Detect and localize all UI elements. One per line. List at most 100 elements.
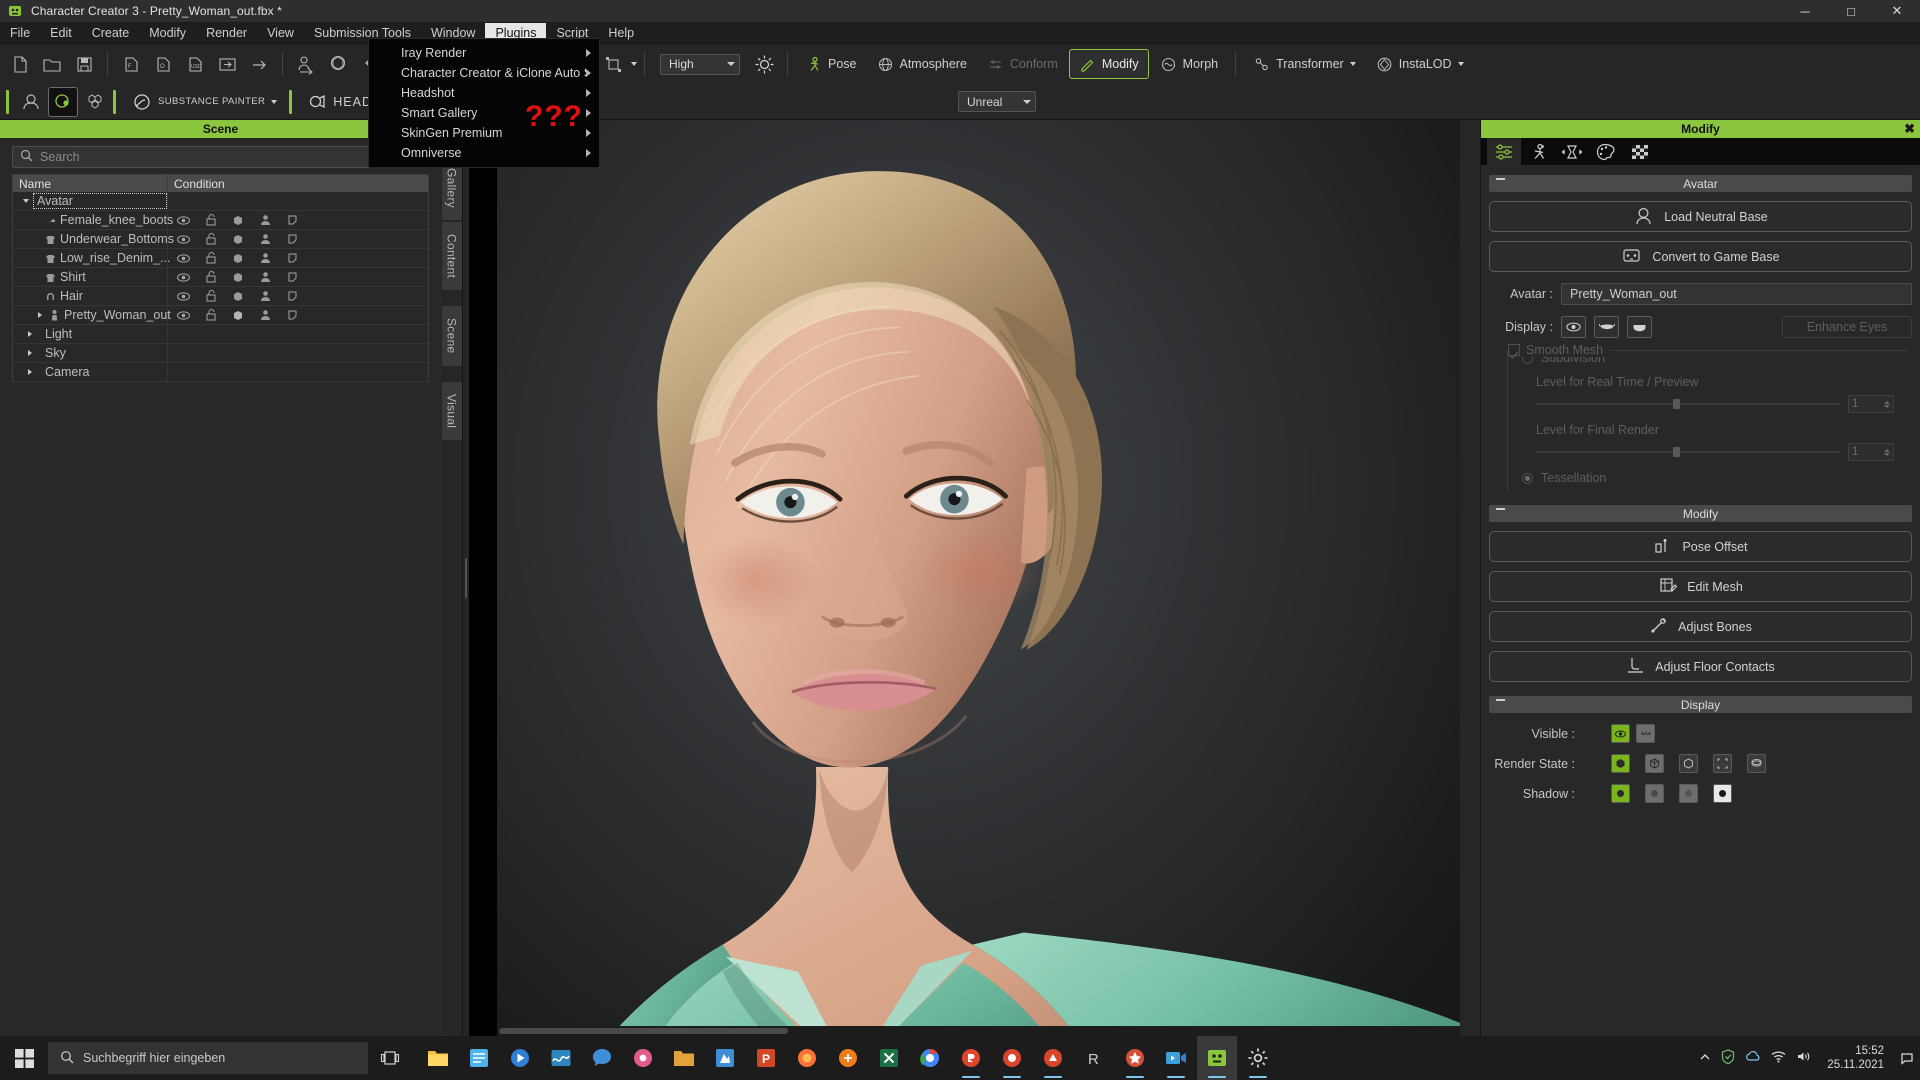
eye-icon[interactable]	[177, 272, 190, 282]
section-display[interactable]: Display	[1489, 696, 1912, 713]
notification-icon[interactable]	[1900, 1044, 1914, 1072]
taskbar-photos-app[interactable]	[623, 1036, 663, 1080]
taskbar-chrome-app[interactable]	[910, 1036, 950, 1080]
shadow-swatch-soft[interactable]	[1645, 784, 1664, 803]
level-realtime-spinner[interactable]: 1	[1848, 395, 1894, 413]
viewport-3d-scene[interactable]: 310 3.0GB	[497, 120, 1460, 1036]
flag-icon[interactable]	[287, 252, 298, 264]
lock-open-icon[interactable]	[206, 252, 216, 264]
table-row[interactable]: Hair	[13, 287, 428, 306]
eye-icon[interactable]	[177, 310, 190, 320]
person-icon[interactable]	[260, 252, 271, 264]
export-usd-button[interactable]: USD	[180, 49, 210, 79]
tab-pose[interactable]	[1521, 138, 1555, 165]
tab-opacity[interactable]	[1623, 138, 1657, 165]
flag-icon[interactable]	[287, 309, 298, 321]
taskbar-settings-app[interactable]	[1238, 1036, 1278, 1080]
display-eyelash-button[interactable]	[1594, 316, 1619, 338]
viewport[interactable]: 310 3.0GB	[463, 120, 1480, 1036]
mesh-icon[interactable]	[232, 252, 244, 264]
render-state-swatch-solid[interactable]	[1611, 754, 1630, 773]
menu-create[interactable]: Create	[82, 23, 140, 43]
network-icon[interactable]	[1771, 1050, 1786, 1066]
menu-item-iray-render[interactable]: Iray Render	[369, 43, 599, 63]
menu-item-omniverse[interactable]: Omniverse	[369, 143, 599, 163]
import-button[interactable]	[212, 49, 242, 79]
load-neutral-base-button[interactable]: Load Neutral Base	[1489, 201, 1912, 232]
expander-right-icon[interactable]	[25, 349, 35, 357]
new-project-button[interactable]	[5, 49, 35, 79]
export-obj-button[interactable]: O	[148, 49, 178, 79]
mesh-icon[interactable]	[232, 233, 244, 245]
taskbar-video-app[interactable]	[1156, 1036, 1196, 1080]
taskbar-r-app[interactable]: R	[1074, 1036, 1114, 1080]
windows-start-icon[interactable]	[0, 1036, 48, 1080]
close-button[interactable]: ✕	[1874, 0, 1920, 23]
menu-item-cc-iclone-auto-setup[interactable]: Character Creator & iClone Auto Setup	[369, 63, 599, 83]
tab-material[interactable]	[1589, 138, 1623, 165]
expander-right-icon[interactable]	[25, 368, 35, 376]
section-modify[interactable]: Modify	[1489, 505, 1912, 522]
taskbar-powerpoint-app[interactable]: P	[746, 1036, 786, 1080]
pose-button[interactable]: Pose	[796, 49, 866, 79]
table-row[interactable]: Camera	[13, 363, 428, 382]
table-row[interactable]: Sky	[13, 344, 428, 363]
send-to-button[interactable]	[244, 49, 274, 79]
chevron-up-icon[interactable]	[1699, 1051, 1711, 1066]
flag-icon[interactable]	[287, 290, 298, 302]
level-final-spinner[interactable]: 1	[1848, 443, 1894, 461]
edit-mesh-button[interactable]: Edit Mesh	[1489, 571, 1912, 602]
search-input[interactable]	[40, 150, 421, 164]
person-icon[interactable]	[260, 214, 271, 226]
minimize-button[interactable]: ─	[1782, 0, 1828, 23]
avatar-name-field[interactable]: Pretty_Woman_out	[1561, 283, 1912, 305]
taskbar-media-player[interactable]	[500, 1036, 540, 1080]
transfer-skin-button[interactable]	[291, 49, 321, 79]
person-icon[interactable]	[260, 290, 271, 302]
shadow-swatch-off[interactable]	[1713, 784, 1732, 803]
taskbar-folder-app[interactable]	[664, 1036, 704, 1080]
taskbar-editor-app[interactable]	[541, 1036, 581, 1080]
level-final-slider[interactable]: 1	[1536, 443, 1894, 461]
eye-icon[interactable]	[177, 253, 190, 263]
taskbar-search[interactable]: Suchbegriff hier eingeben	[48, 1042, 368, 1074]
taskbar-character-creator-app[interactable]	[1197, 1036, 1237, 1080]
task-view-icon[interactable]	[368, 1036, 412, 1080]
lock-open-icon[interactable]	[206, 233, 216, 245]
skingen-button[interactable]	[48, 86, 78, 117]
table-row[interactable]: Low_rise_Denim_...	[13, 249, 428, 268]
tab-adjust[interactable]	[1555, 138, 1589, 165]
adjust-floor-contacts-button[interactable]: Adjust Floor Contacts	[1489, 651, 1912, 682]
render-engine-select[interactable]: Unreal	[958, 91, 1036, 112]
table-row[interactable]: Light	[13, 325, 428, 344]
lock-open-icon[interactable]	[206, 271, 216, 283]
quality-select[interactable]: High	[660, 53, 740, 75]
taskbar-orange-app[interactable]	[828, 1036, 868, 1080]
mesh-icon[interactable]	[232, 290, 244, 302]
conform-button[interactable]: Conform	[978, 49, 1067, 79]
vtab-visual[interactable]: Visual	[441, 381, 462, 441]
display-eye-button[interactable]	[1561, 316, 1586, 338]
close-icon[interactable]: ✖	[1904, 121, 1915, 137]
export-3d-button[interactable]	[323, 49, 353, 79]
lock-open-icon[interactable]	[206, 290, 216, 302]
taskbar-reallusion-app[interactable]	[951, 1036, 991, 1080]
maximize-button[interactable]: □	[1828, 0, 1874, 23]
morph-button[interactable]: Morph	[1151, 49, 1227, 79]
shadow-swatch-hard[interactable]	[1679, 784, 1698, 803]
render-state-swatch-hidden[interactable]	[1747, 754, 1766, 773]
table-row[interactable]: Shirt	[13, 268, 428, 287]
person-icon[interactable]	[260, 271, 271, 283]
lighting-sun-button[interactable]	[749, 49, 779, 79]
table-row[interactable]: Underwear_Bottoms	[13, 230, 428, 249]
mesh-icon[interactable]	[232, 214, 244, 226]
transformer-button[interactable]: Transformer	[1244, 49, 1365, 79]
menu-view[interactable]: View	[257, 23, 304, 43]
instalod-button[interactable]: InstaLOD	[1367, 49, 1473, 79]
eye-icon[interactable]	[177, 234, 190, 244]
save-project-button[interactable]	[69, 49, 99, 79]
viewport-hscrollbar[interactable]	[497, 1026, 1460, 1036]
modify-button[interactable]: Modify	[1068, 49, 1149, 79]
expander-down-icon[interactable]	[21, 197, 31, 205]
menu-help[interactable]: Help	[598, 23, 644, 43]
